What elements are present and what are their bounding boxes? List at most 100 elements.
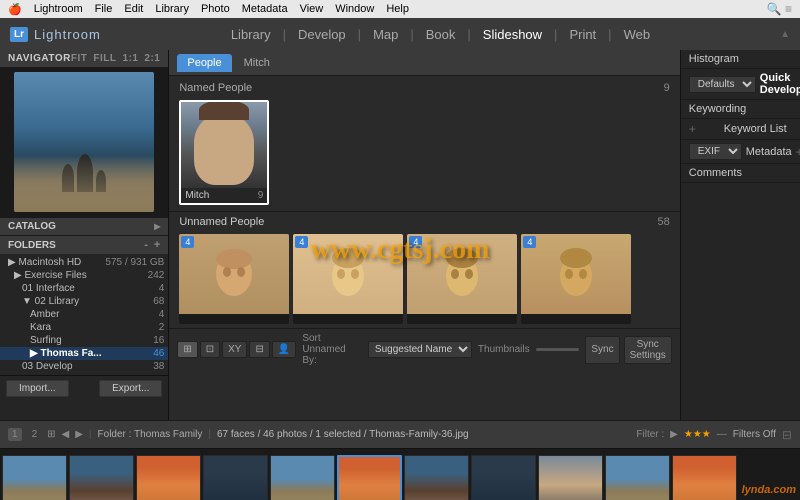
folder-minus[interactable]: - [144,239,148,251]
fill-btn[interactable]: FILL [93,53,116,64]
filter-arrow[interactable]: ▶ [670,429,678,440]
defaults-select[interactable]: Defaults [689,76,756,93]
folder-02library[interactable]: ▼ 02 Library 68 [0,295,168,308]
person-card-mitch[interactable]: Mitch 9 [179,100,269,205]
app-logo: Lr Lightroom [10,27,101,42]
menu-photo[interactable]: Photo [201,3,230,15]
collapse-icon[interactable]: ▲ [780,29,790,40]
folder-surfing[interactable]: Surfing 16 [0,334,168,347]
keywording-item[interactable]: Keywording ▶ [681,100,800,119]
folder-controls: - + [144,239,160,251]
fit-btn[interactable]: FIT [71,53,88,64]
sync-settings-button[interactable]: Sync Settings [624,336,672,364]
prev-icon[interactable]: ◀ [62,429,70,440]
unnamed-card-1[interactable]: 4 [179,234,289,324]
catalog-header[interactable]: Catalog ▶ [0,217,168,235]
export-button[interactable]: Export... [99,380,162,397]
menu-view[interactable]: View [300,3,324,15]
filmstrip-thumb-6[interactable] [337,455,402,500]
folder-03develop[interactable]: 03 Develop 38 [0,360,168,373]
navigator-controls: FIT FILL 1:1 2:1 [71,53,161,64]
photo-count: 67 faces / 46 photos / 1 selected / Thom… [217,429,469,440]
unnamed-badge-3: 4 [409,236,422,248]
sync-button[interactable]: Sync [585,336,619,364]
tab-web[interactable]: Web [614,27,661,42]
folders-label: Folders [8,240,56,251]
menu-file[interactable]: File [95,3,113,15]
comments-item[interactable]: Comments ▶ [681,164,800,183]
navigator-header[interactable]: Navigator FIT FILL 1:1 2:1 [0,50,168,67]
filmstrip-thumb-5[interactable] [270,455,335,500]
unnamed-header: Unnamed People 58 [179,216,669,228]
survey-view-btn[interactable]: ⊟ [249,341,269,358]
filmstrip-thumb-1[interactable] [2,455,67,500]
thumbnails-label: Thumbnails [478,344,530,355]
app-name: Lightroom [34,27,101,42]
tab-library[interactable]: Library [221,27,281,42]
tab-map[interactable]: Map [363,27,408,42]
apple-menu[interactable]: 🍎 [8,3,22,16]
tab-book[interactable]: Book [416,27,466,42]
folder-exercise[interactable]: ▶ Exercise Files 242 [0,269,168,282]
thumbnail-size-slider[interactable] [536,348,580,351]
loupe-view-btn[interactable]: ⊡ [200,341,220,358]
folders-header[interactable]: Folders - + [0,235,168,254]
keywording-label: Keywording [689,103,746,115]
filmstrip-thumb-11[interactable] [672,455,737,500]
unnamed-card-2[interactable]: 4 [293,234,403,324]
tab-people[interactable]: People [177,54,231,72]
multi-view-icon[interactable]: ⊞ [47,429,55,440]
folder-label: Folder : Thomas Family [98,429,203,440]
unnamed-face-3 [407,234,517,314]
page-num-1[interactable]: 1 [8,428,22,441]
menu-window[interactable]: Window [335,3,374,15]
page-num-2[interactable]: 2 [28,428,42,441]
filmstrip-thumb-3[interactable] [136,455,201,500]
comments-label: Comments [689,167,742,179]
star-rating[interactable]: ★★★ [684,429,711,440]
filmstrip-thumb-8[interactable] [471,455,536,500]
histogram-item[interactable]: Histogram ▼ [681,50,800,69]
filmstrip-thumb-7[interactable] [404,455,469,500]
catalog-section: Catalog ▶ [0,217,168,235]
sort-select[interactable]: Suggested Name [368,341,472,358]
menu-metadata[interactable]: Metadata [242,3,288,15]
filmstrip-thumb-9[interactable] [538,455,603,500]
menu-library[interactable]: Library [155,3,189,15]
named-people-section: Named People 9 Mitch 9 [169,76,679,211]
navigator-image [0,67,168,217]
keyword-list-label: Keyword List [724,123,787,135]
view-buttons: ⊞ ⊡ XY ⊟ 👤 [177,341,296,358]
1-1-btn[interactable]: 1:1 [122,53,138,64]
expand-filmstrip-icon[interactable]: ⊟ [782,428,792,442]
tab-develop[interactable]: Develop [288,27,356,42]
filmstrip-thumb-2[interactable] [69,455,134,500]
tab-slideshow[interactable]: Slideshow [473,27,552,42]
people-view-btn[interactable]: 👤 [272,341,296,358]
folder-plus[interactable]: + [154,239,160,251]
filmstrip-thumb-4[interactable] [203,455,268,500]
unnamed-card-3[interactable]: 4 [407,234,517,324]
navigator-label: Navigator [8,53,71,64]
exif-select[interactable]: EXIF [689,143,742,160]
tab-print[interactable]: Print [559,27,606,42]
folder-thomas[interactable]: ▶ Thomas Fa... 46 [0,347,168,360]
keyword-list-item[interactable]: + Keyword List ▶ [681,119,800,140]
grid-view-btn[interactable]: ⊞ [177,341,197,358]
search-icon[interactable]: 🔍 ≡ [767,2,792,16]
menu-lightroom[interactable]: Lightroom [34,3,83,15]
folder-macintosh[interactable]: ▶ Macintosh HD 575 / 931 GB [0,256,168,269]
filmstrip-thumb-10[interactable] [605,455,670,500]
next-icon[interactable]: ▶ [75,429,83,440]
folder-amber[interactable]: Amber 4 [0,308,168,321]
unnamed-card-4[interactable]: 4 [521,234,631,324]
folder-kara[interactable]: Kara 2 [0,321,168,334]
navigator-preview[interactable] [14,72,154,212]
folder-01interface[interactable]: 01 Interface 4 [0,282,168,295]
tab-mitch[interactable]: Mitch [234,54,280,72]
menu-help[interactable]: Help [386,3,409,15]
2-1-btn[interactable]: 2:1 [144,53,160,64]
compare-view-btn[interactable]: XY [222,341,247,358]
menu-edit[interactable]: Edit [124,3,143,15]
import-button[interactable]: Import... [6,380,69,397]
